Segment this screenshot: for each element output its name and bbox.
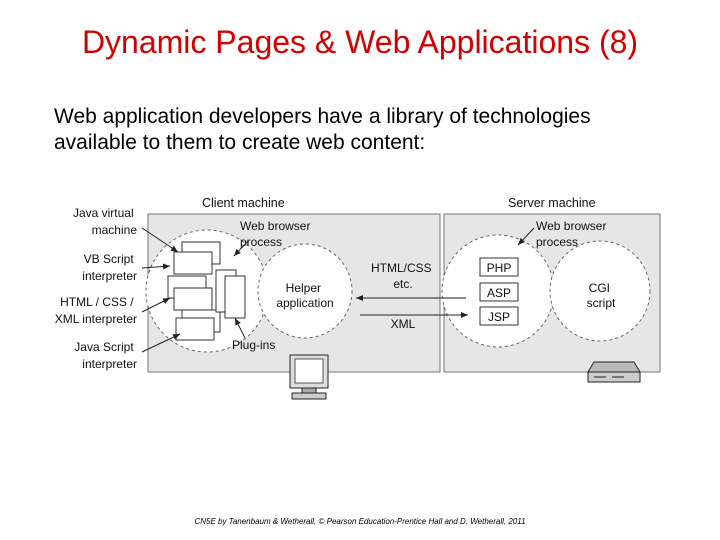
web-architecture-diagram: Client machine Server machine Java virtu…: [55, 196, 661, 400]
java-vm-label: Java virtual machine: [73, 206, 137, 237]
footer-credit: CN5E by Tanenbaum & Wetherall, © Pearson…: [194, 517, 526, 526]
server-icon: [587, 361, 641, 383]
server-machine-label: Server machine: [508, 196, 596, 210]
cgi-script-label: CGI script: [587, 281, 616, 310]
vb-script-label: VB Script interpreter: [82, 252, 137, 283]
client-machine-label: Client machine: [202, 196, 285, 210]
xml-exchange-label: XML: [391, 317, 416, 331]
jsp-label: JSP: [488, 310, 510, 324]
html-css-xml-label: HTML / CSS / XML interpreter: [55, 295, 137, 326]
client-computer-icon: [289, 354, 329, 400]
java-script-label: Java Script interpreter: [74, 340, 137, 371]
php-label: PHP: [487, 261, 512, 275]
plugins-label: Plug-ins: [232, 338, 275, 352]
asp-label: ASP: [487, 286, 511, 300]
